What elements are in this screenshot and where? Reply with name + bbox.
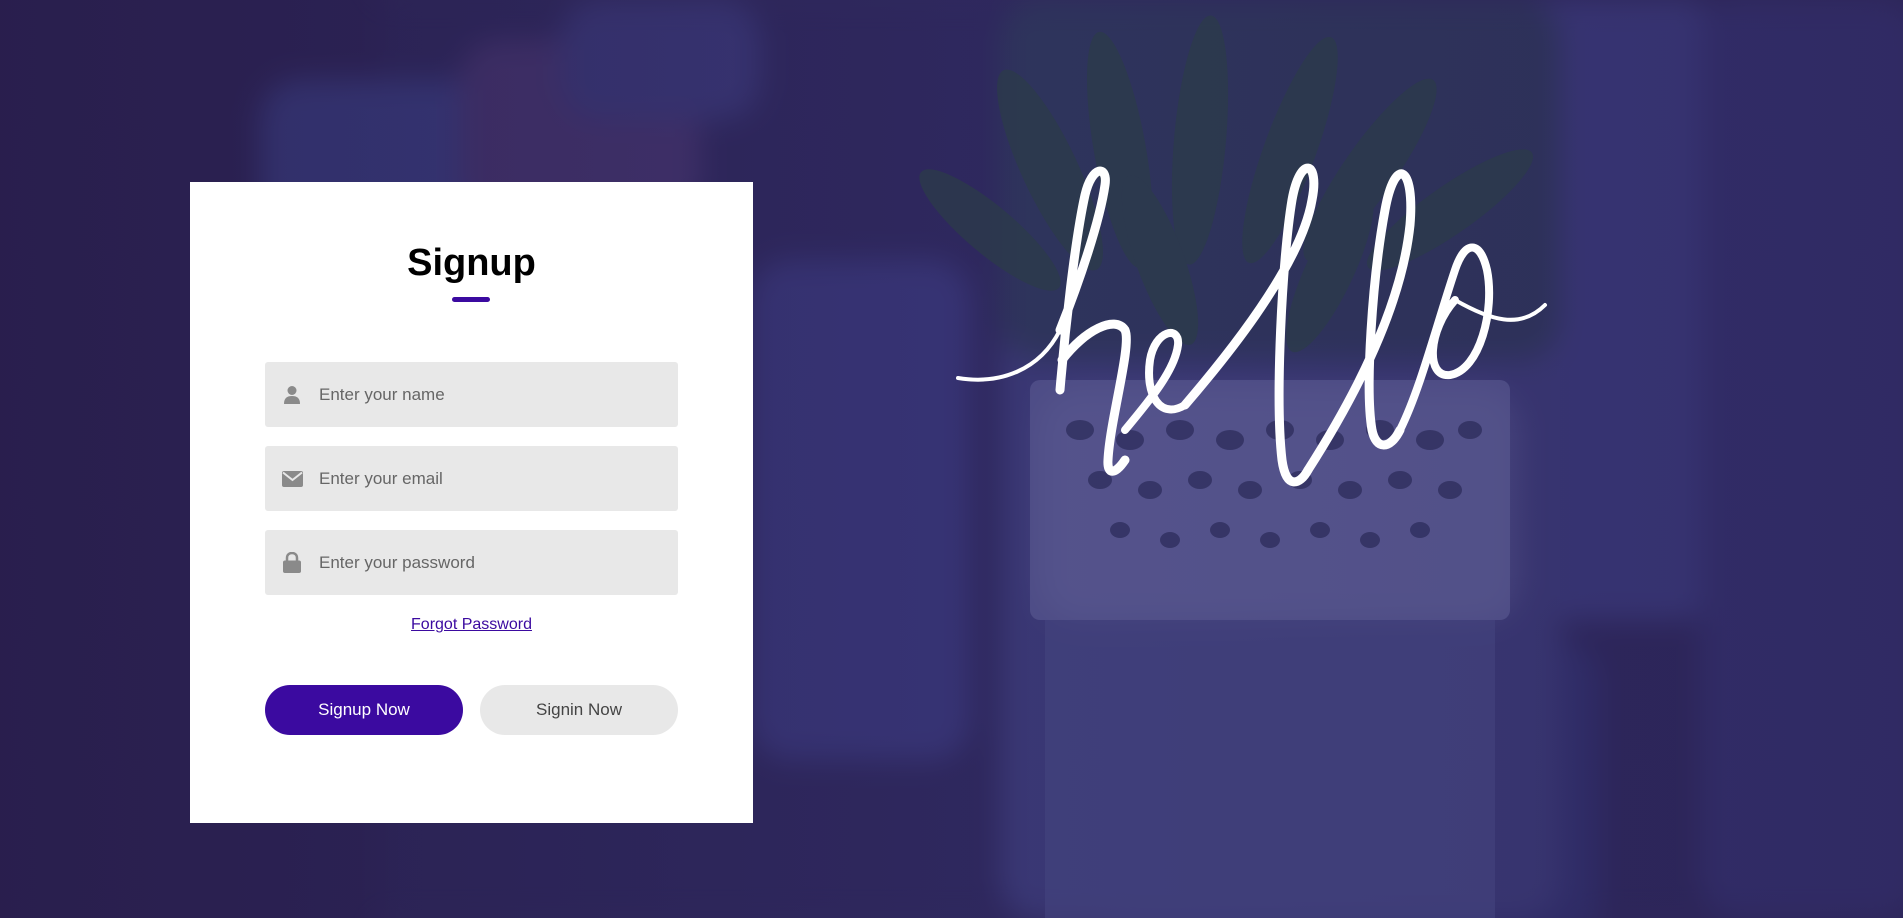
name-field[interactable] [265,362,678,427]
forgot-password-link[interactable]: Forgot Password [411,616,532,633]
user-icon [265,385,319,405]
name-input[interactable] [319,384,659,405]
lock-icon [265,552,319,573]
forgot-password-row: Forgot Password [190,616,753,634]
password-field[interactable] [265,530,678,595]
password-input[interactable] [319,552,659,573]
signup-card: Signup Enter your name Enter your email … [190,182,753,823]
email-field[interactable] [265,446,678,511]
signup-page: Signup Enter your name Enter your email … [0,0,1903,918]
page-title: Signup [407,242,536,284]
email-input[interactable] [319,468,659,489]
signup-button[interactable]: Signup Now [265,685,463,735]
envelope-icon [265,470,319,487]
title-underline [452,297,490,302]
signin-button[interactable]: Signin Now [480,685,678,735]
